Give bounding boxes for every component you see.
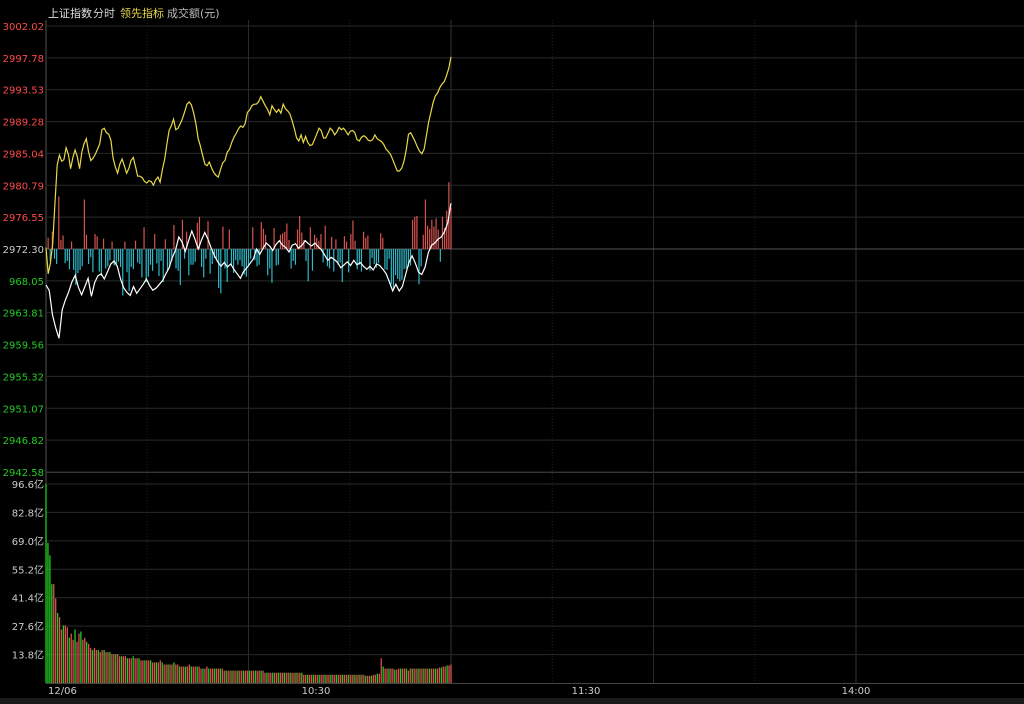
volume-tick-label: 55.2亿 (12, 563, 44, 576)
volume-tick-label: 82.8亿 (12, 506, 44, 519)
y-tick-label: 2993.53 (3, 86, 44, 97)
bottom-toolbar (0, 698, 1024, 704)
y-tick-label: 2946.82 (3, 436, 44, 447)
volume-tick-label: 13.8亿 (12, 649, 44, 662)
x-tick-label: 12/06 (48, 686, 77, 697)
volume-tick-label: 41.4亿 (12, 592, 44, 605)
x-tick-label: 10:30 (302, 686, 331, 697)
intraday-chart[interactable]: 3002.02 2997.78 2993.53 2989.28 2985.04 2980.… (0, 0, 1024, 704)
y-tick-label: 2997.78 (3, 54, 44, 65)
y-tick-label: 2955.32 (3, 372, 44, 383)
volume-tick-label: 69.0亿 (12, 535, 44, 548)
y-tick-label: 2963.81 (3, 309, 44, 320)
volume-tick-label: 96.6亿 (12, 478, 44, 491)
y-tick-label: 2976.55 (3, 213, 44, 224)
y-tick-label: 2951.07 (3, 404, 44, 415)
y-tick-label: 2985.04 (3, 149, 44, 160)
y-tick-label: 968.05 (9, 277, 44, 288)
x-tick-label: 14:00 (842, 686, 871, 697)
y-tick-label: 2980.79 (3, 181, 44, 192)
y-tick-label: 2972.30 (3, 245, 44, 256)
x-tick-label: 11:30 (572, 686, 601, 697)
y-tick-label: 2942.58 (3, 468, 44, 479)
y-tick-label: 3002.02 (3, 22, 44, 33)
y-tick-label: 2959.56 (3, 341, 44, 352)
volume-tick-label: 27.6亿 (12, 620, 44, 633)
y-tick-label: 2989.28 (3, 118, 44, 129)
